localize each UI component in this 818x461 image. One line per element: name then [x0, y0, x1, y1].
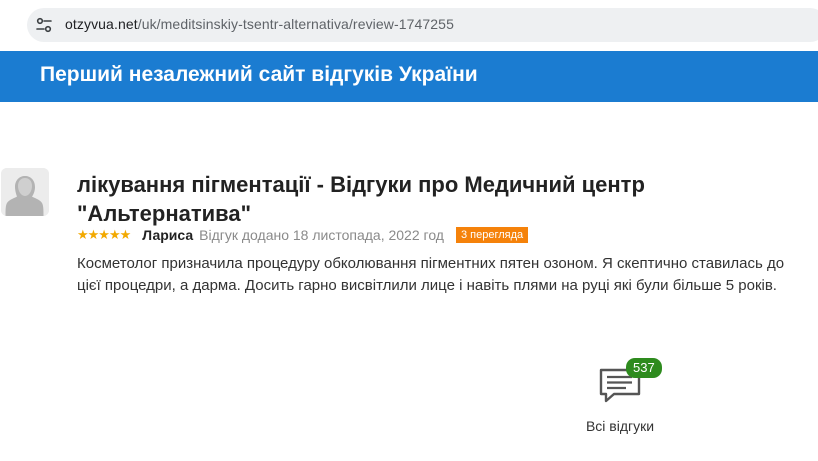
url-text[interactable]: otzyvua.net/uk/meditsinskiy-tsentr-alter… [65, 16, 454, 32]
review-date: Відгук додано 18 листопада, 2022 год [199, 227, 444, 243]
review-text: Косметолог призначила процедуру обколюва… [77, 255, 785, 294]
views-badge: 3 перегляда [455, 227, 529, 243]
site-tagline: Перший незалежний сайт відгуків України [40, 63, 478, 86]
all-reviews-label[interactable]: Всі відгуки [570, 418, 670, 434]
review-title: лікування пігментації - Відгуки про Меди… [77, 172, 645, 226]
review-author[interactable]: Лариса [142, 227, 193, 243]
tune-icon[interactable] [35, 16, 53, 34]
review-meta: ★★★★★ Лариса Відгук додано 18 листопада,… [77, 226, 529, 244]
user-avatar-icon [1, 168, 49, 216]
address-bar[interactable]: otzyvua.net/uk/meditsinskiy-tsentr-alter… [27, 8, 818, 42]
rating-stars: ★★★★★ [77, 227, 131, 242]
site-header: Перший незалежний сайт відгуків України [0, 51, 818, 102]
url-path: /uk/meditsinskiy-tsentr-alternativa/revi… [137, 16, 454, 32]
url-host: otzyvua.net [65, 16, 138, 32]
all-reviews-button[interactable]: 537 Всі відгуки [570, 358, 670, 438]
reviews-count-badge: 537 [626, 358, 662, 378]
